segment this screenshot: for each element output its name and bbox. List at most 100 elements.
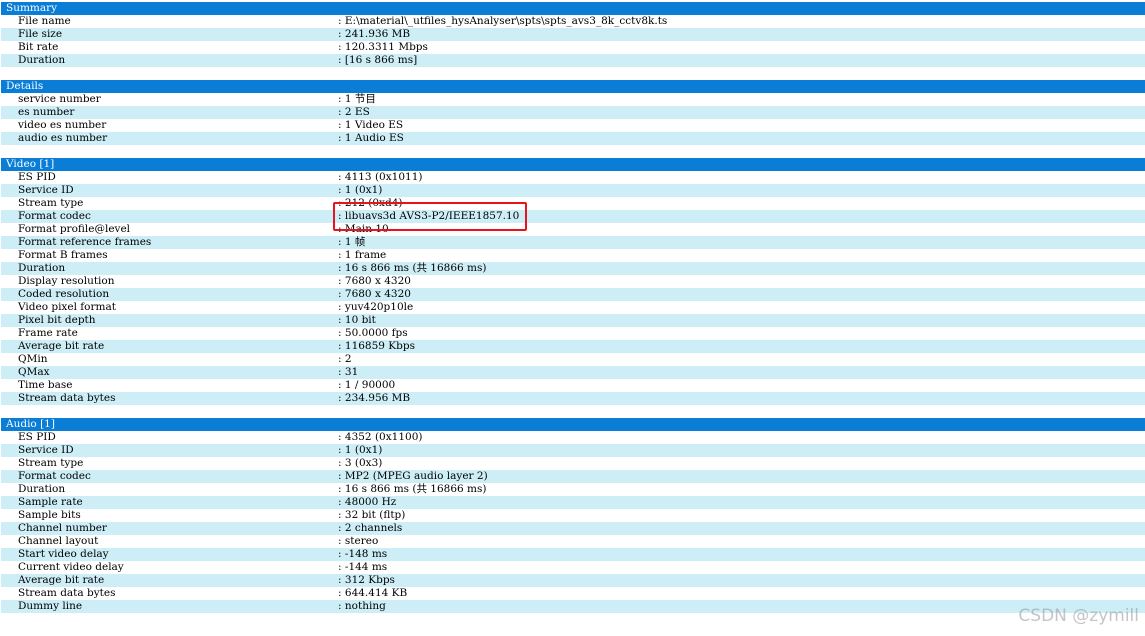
row-value: yuv420p10le bbox=[338, 301, 413, 314]
list-item[interactable]: Channel number 2 channels bbox=[1, 522, 1145, 535]
row-value: 116859 Kbps bbox=[338, 340, 415, 353]
list-item[interactable]: Channel layout stereo bbox=[1, 535, 1145, 548]
row-value: stereo bbox=[338, 535, 378, 548]
list-item[interactable]: Coded resolution 7680 x 4320 bbox=[1, 288, 1145, 301]
row-value: 7680 x 4320 bbox=[338, 275, 411, 288]
row-value: 48000 Hz bbox=[338, 496, 396, 509]
list-item[interactable]: Frame rate 50.0000 fps bbox=[1, 327, 1145, 340]
row-key: service number bbox=[18, 93, 101, 105]
row-value: 3 (0x3) bbox=[338, 457, 383, 470]
row-key: Format profile@level bbox=[18, 223, 131, 235]
list-item[interactable]: Format reference frames 1 帧 bbox=[1, 236, 1145, 249]
row-key: ES PID bbox=[18, 431, 56, 443]
list-item[interactable]: es number 2 ES bbox=[1, 106, 1145, 119]
list-item[interactable]: Format codec libuavs3d AVS3-P2/IEEE1857.1… bbox=[1, 210, 1145, 223]
row-key: Dummy line bbox=[18, 600, 83, 612]
section-header-audio[interactable]: Audio [1] bbox=[1, 418, 1145, 431]
row-value: 16 s 866 ms (共 16866 ms) bbox=[338, 483, 487, 496]
row-key: Time base bbox=[18, 379, 73, 391]
row-key: Stream type bbox=[18, 197, 84, 209]
row-value: 1 节目 bbox=[338, 93, 376, 106]
row-key: Duration bbox=[18, 54, 66, 66]
list-item[interactable]: Sample rate 48000 Hz bbox=[1, 496, 1145, 509]
row-key: Channel layout bbox=[18, 535, 99, 547]
list-item[interactable]: QMax 31 bbox=[1, 366, 1145, 379]
row-value: 1 (0x1) bbox=[338, 184, 383, 197]
row-value: libuavs3d AVS3-P2/IEEE1857.10 bbox=[338, 210, 519, 223]
list-item[interactable]: Time base 1 / 90000 bbox=[1, 379, 1145, 392]
row-key: Start video delay bbox=[18, 548, 109, 560]
section-header-details[interactable]: Details bbox=[1, 80, 1145, 93]
row-key: File name bbox=[18, 15, 71, 27]
list-item[interactable]: Stream data bytes 234.956 MB bbox=[1, 392, 1145, 405]
list-item[interactable]: Dummy line nothing bbox=[1, 600, 1145, 613]
list-item[interactable]: ES PID 4113 (0x1011) bbox=[1, 171, 1145, 184]
list-item[interactable]: Format B frames 1 frame bbox=[1, 249, 1145, 262]
row-key: Frame rate bbox=[18, 327, 78, 339]
list-item[interactable]: Bit rate 120.3311 Mbps bbox=[1, 41, 1145, 54]
row-key: audio es number bbox=[18, 132, 108, 144]
row-key: Format reference frames bbox=[18, 236, 152, 248]
row-key: Bit rate bbox=[18, 41, 59, 53]
row-value: 4352 (0x1100) bbox=[338, 431, 423, 444]
row-value: 120.3311 Mbps bbox=[338, 41, 428, 54]
list-item[interactable]: Pixel bit depth 10 bit bbox=[1, 314, 1145, 327]
row-key: Stream data bytes bbox=[18, 392, 116, 404]
list-item[interactable]: Stream type 212 (0xd4) bbox=[1, 197, 1145, 210]
row-value: -148 ms bbox=[338, 548, 387, 561]
row-value: -144 ms bbox=[338, 561, 387, 574]
row-value: nothing bbox=[338, 600, 386, 613]
watermark: CSDN @zymill bbox=[1018, 606, 1139, 626]
list-item[interactable]: ES PID 4352 (0x1100) bbox=[1, 431, 1145, 444]
list-item[interactable]: Stream data bytes 644.414 KB bbox=[1, 587, 1145, 600]
row-key: Average bit rate bbox=[18, 574, 105, 586]
section-header-summary[interactable]: Summary bbox=[1, 2, 1145, 15]
list-item[interactable]: audio es number 1 Audio ES bbox=[1, 132, 1145, 145]
list-item[interactable]: service number 1 节目 bbox=[1, 93, 1145, 106]
list-item[interactable]: Duration [16 s 866 ms] bbox=[1, 54, 1145, 67]
list-item[interactable]: Stream type 3 (0x3) bbox=[1, 457, 1145, 470]
row-key: Duration bbox=[18, 262, 66, 274]
row-value: 16 s 866 ms (共 16866 ms) bbox=[338, 262, 487, 275]
row-key: ES PID bbox=[18, 171, 56, 183]
row-key: Average bit rate bbox=[18, 340, 105, 352]
info-list: Summary File name E:\material\_utfiles_hy… bbox=[1, 2, 1145, 613]
row-key: Display resolution bbox=[18, 275, 115, 287]
row-value: 32 bit (fltp) bbox=[338, 509, 405, 522]
list-item[interactable]: Format codec MP2 (MPEG audio layer 2) bbox=[1, 470, 1145, 483]
row-value: 31 bbox=[338, 366, 358, 379]
list-item[interactable]: Average bit rate 116859 Kbps bbox=[1, 340, 1145, 353]
list-item[interactable]: Service ID 1 (0x1) bbox=[1, 184, 1145, 197]
list-item[interactable]: File name E:\material\_utfiles_hysAnalyse… bbox=[1, 15, 1145, 28]
list-item[interactable]: Format profile@level Main 10 bbox=[1, 223, 1145, 236]
row-key: Stream data bytes bbox=[18, 587, 116, 599]
row-key: es number bbox=[18, 106, 75, 118]
row-value: 1 / 90000 bbox=[338, 379, 395, 392]
row-key: video es number bbox=[18, 119, 107, 131]
row-key: Current video delay bbox=[18, 561, 124, 573]
list-item[interactable]: Start video delay -148 ms bbox=[1, 548, 1145, 561]
list-item[interactable]: Display resolution 7680 x 4320 bbox=[1, 275, 1145, 288]
list-item[interactable]: File size 241.936 MB bbox=[1, 28, 1145, 41]
row-value: 1 (0x1) bbox=[338, 444, 383, 457]
list-item[interactable]: QMin 2 bbox=[1, 353, 1145, 366]
row-value: 2 ES bbox=[338, 106, 370, 119]
row-value: 644.414 KB bbox=[338, 587, 407, 600]
list-item[interactable]: Sample bits 32 bit (fltp) bbox=[1, 509, 1145, 522]
row-value: 2 channels bbox=[338, 522, 402, 535]
row-key: Video pixel format bbox=[18, 301, 116, 313]
list-item[interactable]: Average bit rate 312 Kbps bbox=[1, 574, 1145, 587]
row-value: [16 s 866 ms] bbox=[338, 54, 417, 67]
list-item[interactable]: Service ID 1 (0x1) bbox=[1, 444, 1145, 457]
row-value: 1 frame bbox=[338, 249, 386, 262]
row-value: 1 Audio ES bbox=[338, 132, 404, 145]
row-value: 1 Video ES bbox=[338, 119, 403, 132]
section-header-video[interactable]: Video [1] bbox=[1, 158, 1145, 171]
row-value: 241.936 MB bbox=[338, 28, 410, 41]
list-item[interactable]: Video pixel format yuv420p10le bbox=[1, 301, 1145, 314]
list-item[interactable]: Current video delay -144 ms bbox=[1, 561, 1145, 574]
list-item[interactable]: video es number 1 Video ES bbox=[1, 119, 1145, 132]
list-item[interactable]: Duration 16 s 866 ms (共 16866 ms) bbox=[1, 483, 1145, 496]
list-item[interactable]: Duration 16 s 866 ms (共 16866 ms) bbox=[1, 262, 1145, 275]
